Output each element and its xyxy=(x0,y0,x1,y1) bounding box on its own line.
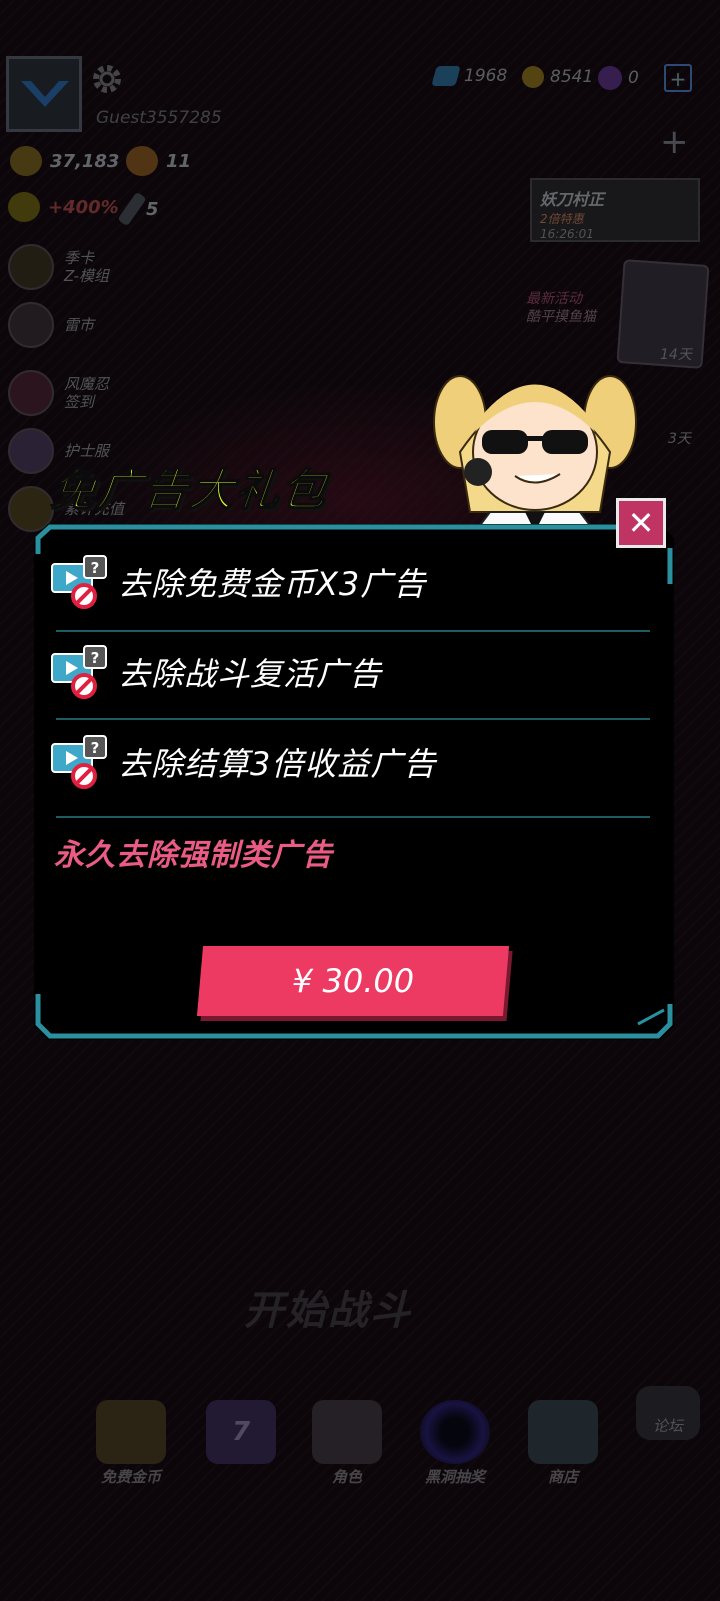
benefit-text: 去除战斗复活广告 xyxy=(118,655,383,693)
no-ads-icon: ? xyxy=(51,555,107,609)
benefit-row: ? 去除结算3倍收益广告 xyxy=(50,734,436,790)
divider xyxy=(56,816,650,818)
divider xyxy=(56,718,650,720)
divider xyxy=(56,630,650,632)
svg-text:?: ? xyxy=(91,649,100,667)
no-ads-icon: ? xyxy=(51,735,107,789)
popup-title: 免广告大礼包 xyxy=(48,464,331,517)
benefit-text: 去除结算3倍收益广告 xyxy=(118,745,437,783)
benefit-row: ? 去除战斗复活广告 xyxy=(50,644,382,700)
no-ads-icon: ? xyxy=(51,645,107,699)
svg-text:?: ? xyxy=(91,559,100,577)
close-button[interactable]: ✕ xyxy=(616,498,666,548)
price-label: ¥ 30.00 xyxy=(291,962,415,1000)
benefit-row: ? 去除免费金币X3广告 xyxy=(50,554,426,610)
svg-text:?: ? xyxy=(91,739,100,757)
purchase-button[interactable]: ¥ 30.00 xyxy=(196,946,510,1016)
permanent-removal-note: 永久去除强制类广告 xyxy=(54,838,333,873)
benefit-text: 去除免费金币X3广告 xyxy=(118,565,427,603)
